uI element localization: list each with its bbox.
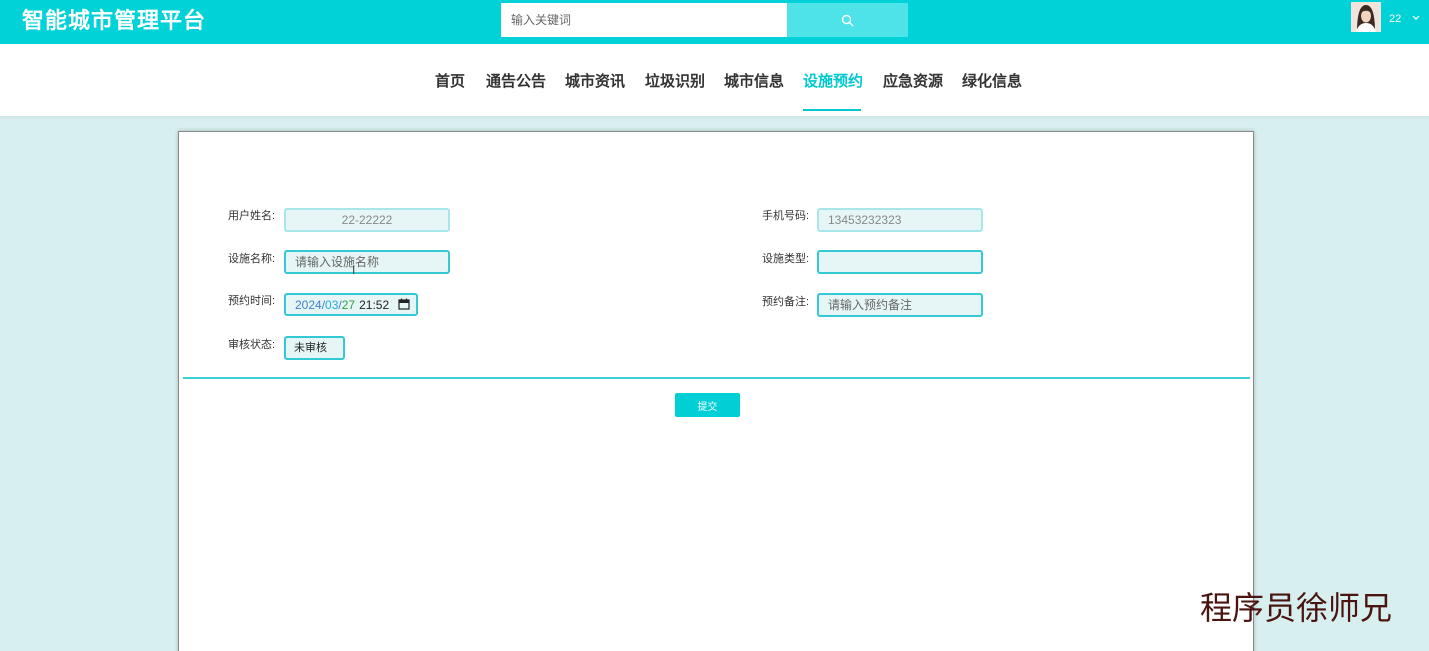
nav-item-emergency-resources[interactable]: 应急资源 [883,72,943,92]
active-tab-indicator [803,109,861,111]
nav-item-garbage-recognition[interactable]: 垃圾识别 [645,72,705,92]
calendar-icon[interactable] [398,298,410,310]
phone-field[interactable] [817,208,983,232]
phone-label: 手机号码: [762,210,810,222]
username-field[interactable] [284,208,450,232]
username-label: 用户姓名: [228,210,276,222]
username-label[interactable]: 22 [1389,12,1401,26]
facility-name-label: 设施名称: [228,253,276,265]
watermark: 程序员徐师兄 [1200,589,1393,627]
nav-item-notices[interactable]: 通告公告 [486,72,546,92]
nav-item-city-news[interactable]: 城市资讯 [565,72,625,92]
brand-title: 智能城市管理平台 [22,8,207,33]
main-nav: 首页 通告公告 城市资讯 垃圾识别 城市信息 设施预约 应急资源 绿化信息 [0,44,1429,116]
nav-item-city-info[interactable]: 城市信息 [724,72,784,92]
time-clock: 21:52 [359,297,390,312]
time-day: 27 [341,297,356,312]
search-input[interactable] [501,3,787,37]
form-divider [183,377,1250,379]
facility-name-field[interactable] [284,250,450,274]
nav-item-home[interactable]: 首页 [435,72,465,92]
text-cursor-icon: I [352,263,356,277]
submit-button[interactable]: 提交 [675,393,740,417]
user-avatar-icon [1351,2,1381,32]
nav-item-greening-info[interactable]: 绿化信息 [962,72,1022,92]
facility-type-field[interactable] [817,250,983,274]
booking-time-field[interactable]: 2024/03/27 21:52 [284,293,418,316]
top-header: 智能城市管理平台 22 [0,0,1429,44]
remark-field[interactable] [817,293,983,317]
time-month: 03 [325,297,339,312]
review-status-select[interactable]: 未审核 [284,336,345,360]
search-icon [841,14,854,26]
nav-item-facility-booking[interactable]: 设施预约 [803,72,863,92]
booking-form-panel: 用户姓名: 手机号码: 设施名称: I 设施类型: 预约时间: 2024/03/… [178,131,1254,651]
search-button[interactable] [787,3,908,37]
review-status-label: 审核状态: [228,339,276,351]
chevron-down-icon[interactable] [1412,15,1420,21]
booking-time-label: 预约时间: [228,295,276,307]
avatar[interactable] [1351,2,1381,32]
facility-type-label: 设施类型: [762,253,810,265]
remark-label: 预约备注: [762,296,810,308]
time-year: 2024 [295,297,322,312]
